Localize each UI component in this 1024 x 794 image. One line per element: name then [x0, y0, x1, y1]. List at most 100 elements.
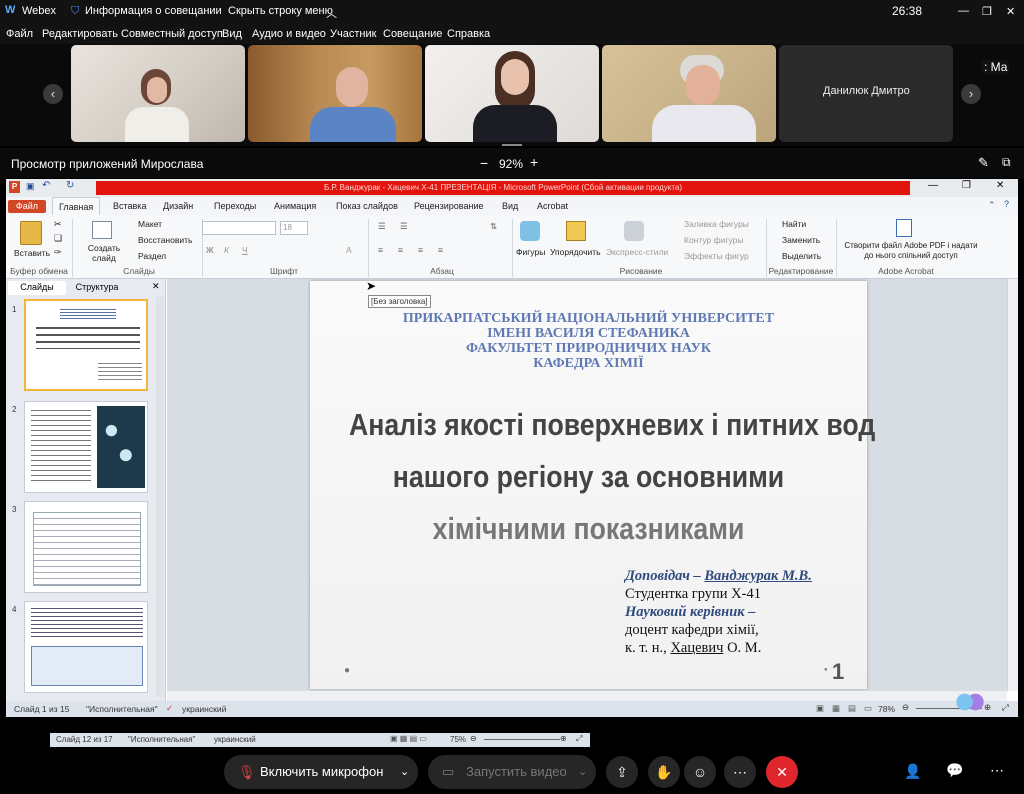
menu-share[interactable]: Совместный доступ: [121, 28, 223, 40]
participant-name-tile[interactable]: Данилюк Дмитро: [779, 45, 953, 142]
align-left-icon[interactable]: ≡: [378, 245, 383, 255]
align-right-icon[interactable]: ≡: [418, 245, 423, 255]
tab-animation[interactable]: Анимация: [274, 201, 316, 211]
redo-icon[interactable]: ↻: [66, 180, 74, 191]
minimize-icon[interactable]: —: [958, 5, 969, 17]
italic-icon[interactable]: К: [224, 245, 229, 255]
unmute-button[interactable]: 🎙 Включить микрофон ⌄: [224, 755, 418, 789]
tab-slides[interactable]: Слайды: [8, 281, 66, 295]
shapes-button[interactable]: Фигуры: [516, 247, 545, 257]
bold-icon[interactable]: Ж: [206, 245, 214, 255]
pane-close-icon[interactable]: ✕: [152, 281, 160, 292]
zoom-out-icon[interactable]: ⊖: [902, 702, 909, 713]
replace-button[interactable]: Заменить: [782, 235, 820, 245]
tab-acrobat[interactable]: Acrobat: [537, 201, 568, 211]
quick-styles-icon[interactable]: [624, 221, 644, 241]
popout-icon[interactable]: ⧉: [1002, 155, 1011, 170]
chevron-down-icon[interactable]: ⌄: [400, 755, 409, 789]
restore-icon[interactable]: ❐: [982, 5, 992, 18]
more-panels-icon[interactable]: ⋯: [990, 762, 1004, 779]
tab-transitions[interactable]: Переходы: [214, 201, 256, 211]
share-content-icon[interactable]: ⇪: [606, 756, 638, 788]
chat-icon[interactable]: 💬: [946, 762, 963, 779]
section-button[interactable]: Раздел: [138, 251, 166, 261]
expand-strip-handle[interactable]: [502, 144, 522, 146]
paste-icon[interactable]: [20, 221, 42, 245]
copy-icon[interactable]: ❏: [54, 233, 62, 244]
tab-view[interactable]: Вид: [502, 201, 518, 211]
shapes-icon[interactable]: [520, 221, 540, 241]
menu-audio-video[interactable]: Аудио и видео: [252, 28, 326, 40]
view-slideshow-icon[interactable]: ▭: [864, 703, 872, 714]
spellcheck-icon[interactable]: ✓: [166, 703, 173, 714]
participant-video-4[interactable]: [602, 45, 776, 142]
format-painter-icon[interactable]: ✑: [54, 247, 62, 258]
ppt-close-icon[interactable]: ✕: [996, 180, 1004, 191]
text-direction-icon[interactable]: ⇅: [490, 221, 497, 232]
reset-button[interactable]: Восстановить: [138, 235, 192, 245]
underline-icon[interactable]: Ч: [242, 245, 248, 255]
annotate-icon[interactable]: ✎: [978, 155, 989, 171]
tab-design[interactable]: Дизайн: [163, 201, 193, 211]
slide-thumbnail-4[interactable]: [24, 601, 148, 693]
slide-horizontal-scrollbar[interactable]: [167, 691, 1007, 701]
paste-button[interactable]: Вставить: [14, 248, 50, 258]
font-family-select[interactable]: [202, 221, 276, 235]
slide-1[interactable]: ПРИКАРПАТСЬКИЙ НАЦІОНАЛЬНИЙ УНІВЕРСИТЕТ …: [310, 281, 875, 689]
menu-file[interactable]: Файл: [6, 28, 33, 40]
view-reading-icon[interactable]: ▤: [848, 703, 856, 714]
menu-meeting[interactable]: Совещание: [383, 28, 442, 40]
menu-edit[interactable]: Редактировать: [42, 28, 118, 40]
select-button[interactable]: Выделить: [782, 251, 821, 261]
align-center-icon[interactable]: ≡: [398, 245, 403, 255]
pane-scrollbar[interactable]: [156, 297, 164, 697]
language-label[interactable]: украинский: [182, 704, 226, 714]
menu-help[interactable]: Справка: [447, 28, 490, 40]
zoom-in-button[interactable]: +: [530, 154, 538, 170]
undo-icon[interactable]: ↶: [42, 180, 50, 191]
arrange-button[interactable]: Упорядочить: [550, 247, 601, 257]
slide-thumbnail-2[interactable]: [24, 401, 148, 493]
justify-icon[interactable]: ≡: [438, 245, 443, 255]
tab-file[interactable]: Файл: [8, 200, 46, 213]
participant-video-3[interactable]: [425, 45, 599, 142]
view-normal-icon[interactable]: ▣: [816, 703, 824, 714]
fit-slide-icon[interactable]: ⤢: [1002, 702, 1009, 713]
tab-outline[interactable]: Структура: [68, 281, 126, 295]
zoom-out-button[interactable]: −: [480, 155, 488, 171]
pdf-icon[interactable]: [896, 219, 912, 237]
slide-vertical-scrollbar[interactable]: [1007, 279, 1018, 691]
slide-thumbnail-1[interactable]: [24, 299, 148, 391]
menu-participant[interactable]: Участник: [330, 28, 376, 40]
close-icon[interactable]: ✕: [1006, 5, 1015, 18]
participants-icon[interactable]: 👤: [904, 763, 921, 780]
raise-hand-icon[interactable]: ✋: [648, 756, 680, 788]
ribbon-collapse-icon[interactable]: ⌃: [988, 200, 996, 211]
tab-home[interactable]: Главная: [52, 197, 101, 215]
chevron-left-icon[interactable]: ‹: [43, 84, 63, 104]
leave-meeting-icon[interactable]: ✕: [766, 756, 798, 788]
create-pdf-button[interactable]: Створити файл Adobe PDF і надати до ньог…: [844, 241, 978, 261]
ppt-restore-icon[interactable]: ❐: [962, 180, 971, 191]
save-icon[interactable]: ▣: [26, 181, 35, 192]
menu-view[interactable]: Вид: [222, 28, 242, 40]
shape-fill-button[interactable]: Заливка фигуры: [684, 219, 749, 229]
zoom-percent[interactable]: 78%: [878, 704, 895, 714]
font-color-icon[interactable]: A: [346, 245, 352, 255]
shape-outline-button[interactable]: Контур фигуры: [684, 235, 743, 245]
layout-button[interactable]: Макет: [138, 219, 162, 229]
reactions-icon[interactable]: ☺: [684, 756, 716, 788]
chevron-up-icon[interactable]: ︿: [326, 5, 337, 21]
hide-menu-button[interactable]: Скрыть строку меню: [228, 5, 333, 17]
meeting-info-button[interactable]: Информация о совещании: [85, 5, 222, 17]
slide-thumbnail-3[interactable]: [24, 501, 148, 593]
ppt-minimize-icon[interactable]: —: [928, 180, 938, 191]
start-video-button[interactable]: ▭ Запустить видео ⌄: [428, 755, 596, 789]
chevron-right-icon[interactable]: ›: [961, 84, 981, 104]
tab-slideshow[interactable]: Показ слайдов: [336, 201, 398, 211]
participant-video-1[interactable]: [71, 45, 245, 142]
new-slide-button[interactable]: Создать слайд: [86, 243, 122, 263]
chevron-down-icon[interactable]: ⌄: [578, 755, 587, 789]
more-options-icon[interactable]: ⋯: [724, 756, 756, 788]
tab-insert[interactable]: Вставка: [113, 201, 146, 211]
